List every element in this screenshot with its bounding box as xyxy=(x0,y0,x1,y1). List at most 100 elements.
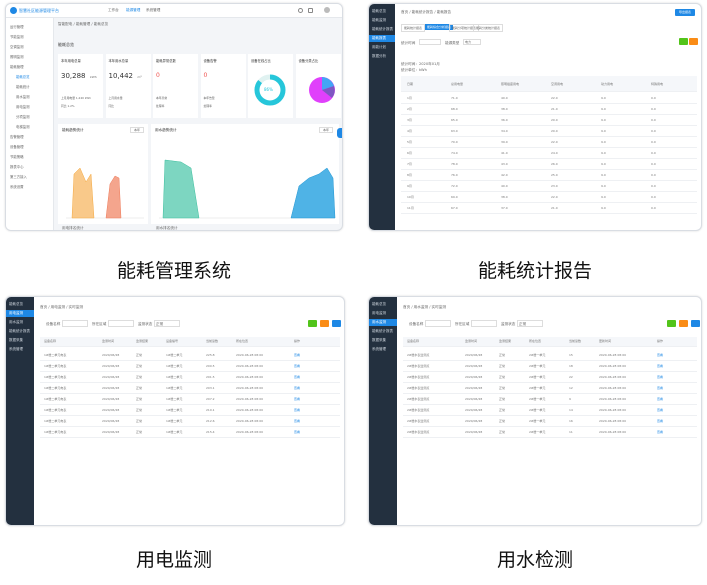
table-cell: 21.0 xyxy=(551,107,558,111)
export-button[interactable] xyxy=(332,320,341,327)
sidebar-item[interactable]: 能耗总览 xyxy=(16,74,30,79)
sidebar-item[interactable]: 照明监测 xyxy=(10,54,24,59)
sidebar-item[interactable]: 用水监测 xyxy=(9,319,23,326)
sidebar-item[interactable]: 用电监测 xyxy=(16,104,30,109)
sidebar-item[interactable]: 用水监测 xyxy=(16,94,30,99)
user-avatar[interactable] xyxy=(324,7,330,13)
sidebar-item[interactable]: 数据采集 xyxy=(9,337,23,344)
header-cell: 所在位置 xyxy=(529,339,542,343)
period-button[interactable]: 本年 xyxy=(130,127,144,133)
screenshot-power-monitoring: 能耗总览 用电监测 用水监测 能耗统计报表 数据采集 系统管理 首页 / 用电监测 / 实… xyxy=(5,296,345,526)
sidebar-item[interactable]: 能耗报表 xyxy=(369,35,395,42)
type-select[interactable]: 电力 xyxy=(463,39,481,45)
view-link[interactable]: 查看 xyxy=(657,408,663,412)
sidebar-item[interactable]: 用电监测 xyxy=(6,310,34,317)
view-link[interactable]: 查看 xyxy=(657,419,663,423)
view-link[interactable]: 查看 xyxy=(294,353,300,357)
filter-input[interactable] xyxy=(471,320,497,327)
search-button[interactable] xyxy=(308,320,317,327)
filter-label-type: 能源类型 xyxy=(445,41,460,45)
header-cell: 总用电量 xyxy=(451,82,464,86)
sidebar-item[interactable]: 空调监测 xyxy=(10,44,24,49)
sidebar-item[interactable]: 用电监测 xyxy=(372,310,386,317)
reset-button[interactable] xyxy=(689,38,698,45)
sidebar-item[interactable]: 分项监测 xyxy=(16,114,30,119)
card-value: 86% xyxy=(264,87,273,92)
view-link[interactable]: 查看 xyxy=(657,375,663,379)
reset-button[interactable] xyxy=(320,320,329,327)
sidebar-item[interactable]: 能耗统计 xyxy=(16,84,30,89)
view-link[interactable]: 查看 xyxy=(657,430,663,434)
bell-icon[interactable] xyxy=(308,8,313,13)
sidebar-item[interactable]: 报表中心 xyxy=(10,164,24,169)
info-unit: 统计单位：kWh xyxy=(401,68,427,72)
table-cell: 0.0 xyxy=(651,107,656,111)
view-link[interactable]: 查看 xyxy=(294,419,300,423)
table-cell: 正常 xyxy=(136,430,143,434)
search-button[interactable] xyxy=(667,320,676,327)
view-link[interactable]: 查看 xyxy=(657,397,663,401)
sidebar-item[interactable]: 能耗管理 xyxy=(10,64,24,69)
export-button[interactable]: 导出报表 xyxy=(675,9,695,16)
sidebar-item[interactable]: 节能监测 xyxy=(10,34,24,39)
view-link[interactable]: 查看 xyxy=(657,386,663,390)
table-cell: 1#楼二单元 xyxy=(166,386,183,390)
chart-title: 用水趋势统计 xyxy=(155,128,177,132)
report-tab[interactable]: 能耗分类统计报表 xyxy=(473,24,504,32)
table-cell: 1#楼二单元 xyxy=(166,375,183,379)
search-button[interactable] xyxy=(679,38,688,45)
filter-input[interactable] xyxy=(62,320,88,327)
sidebar-item[interactable]: 第三方接入 xyxy=(10,174,27,179)
gear-icon[interactable] xyxy=(298,8,303,13)
table-cell: 23.0 xyxy=(551,184,558,188)
sidebar-item[interactable]: 数据采集 xyxy=(372,337,386,344)
sidebar-item[interactable]: 能耗总览 xyxy=(9,301,23,308)
nav-tab-energy[interactable]: 能源管理 xyxy=(126,8,140,13)
sidebar-item[interactable]: 运行管理 xyxy=(10,24,24,29)
section-title: 能耗总览 xyxy=(58,42,74,47)
sidebar-item[interactable]: 电梯监测 xyxy=(16,124,30,129)
view-link[interactable]: 查看 xyxy=(294,408,300,412)
view-link[interactable]: 查看 xyxy=(294,386,300,390)
filter-input[interactable] xyxy=(425,320,451,327)
view-link[interactable]: 查看 xyxy=(294,364,300,368)
reset-button[interactable] xyxy=(679,320,688,327)
nav-tab-system[interactable]: 系统管理 xyxy=(146,8,160,13)
table-cell: 9.0 xyxy=(601,107,606,111)
sidebar-item[interactable]: 能耗总览 xyxy=(372,8,386,15)
date-input[interactable] xyxy=(419,39,441,45)
table-cell: 40.0 xyxy=(501,96,508,100)
sidebar-item[interactable]: 用水监测 xyxy=(369,319,397,326)
table-row: 2#楼水表监测点 2020/06/28 正常 2#楼一单元 11 2020-06-28 0… xyxy=(403,428,697,438)
export-button[interactable] xyxy=(691,320,700,327)
sidebar-item[interactable]: 系统管理 xyxy=(9,346,23,353)
sidebar-item[interactable]: 用能计划 xyxy=(372,44,386,51)
sidebar-item[interactable]: 节能策略 xyxy=(10,154,24,159)
view-link[interactable]: 查看 xyxy=(657,364,663,368)
table-cell: 9.0 xyxy=(601,118,606,122)
sidebar-item[interactable]: 能耗监测 xyxy=(372,17,386,24)
view-link[interactable]: 查看 xyxy=(294,397,300,401)
sidebar-item[interactable]: 能耗统计报表 xyxy=(372,328,393,335)
sidebar-item[interactable]: 系统管理 xyxy=(372,346,386,353)
sidebar-item[interactable]: 设备管理 xyxy=(10,144,24,149)
view-link[interactable]: 查看 xyxy=(657,353,663,357)
collapse-handle[interactable] xyxy=(337,128,342,138)
sidebar-item[interactable]: 能耗总览 xyxy=(372,301,386,308)
sidebar-item[interactable]: 数据分析 xyxy=(372,53,386,60)
table-cell: 正常 xyxy=(499,375,506,379)
sidebar-item[interactable]: 能耗统计报表 xyxy=(372,26,393,33)
screenshot-energy-statistics: 能耗总览 能耗监测 能耗统计报表 能耗报表 用能计划 数据分析 首页 / 能耗统计报告 /… xyxy=(368,3,702,231)
period-button[interactable]: 本年 xyxy=(319,127,333,133)
sidebar-item[interactable]: 系统设置 xyxy=(10,184,24,189)
view-link[interactable]: 查看 xyxy=(294,375,300,379)
filter-input[interactable] xyxy=(108,320,134,327)
table-cell: 正常 xyxy=(136,364,143,368)
report-tab[interactable]: 能耗统计报表 xyxy=(401,24,426,32)
table-cell: 25.0 xyxy=(551,173,558,177)
nav-tab-workbench[interactable]: 工作台 xyxy=(108,8,119,13)
sidebar-item[interactable]: 告警管理 xyxy=(10,134,24,139)
sidebar-item[interactable]: 能耗统计报表 xyxy=(9,328,30,335)
view-link[interactable]: 查看 xyxy=(294,430,300,434)
table-cell: 2020-06-28 08:00 xyxy=(599,386,627,390)
